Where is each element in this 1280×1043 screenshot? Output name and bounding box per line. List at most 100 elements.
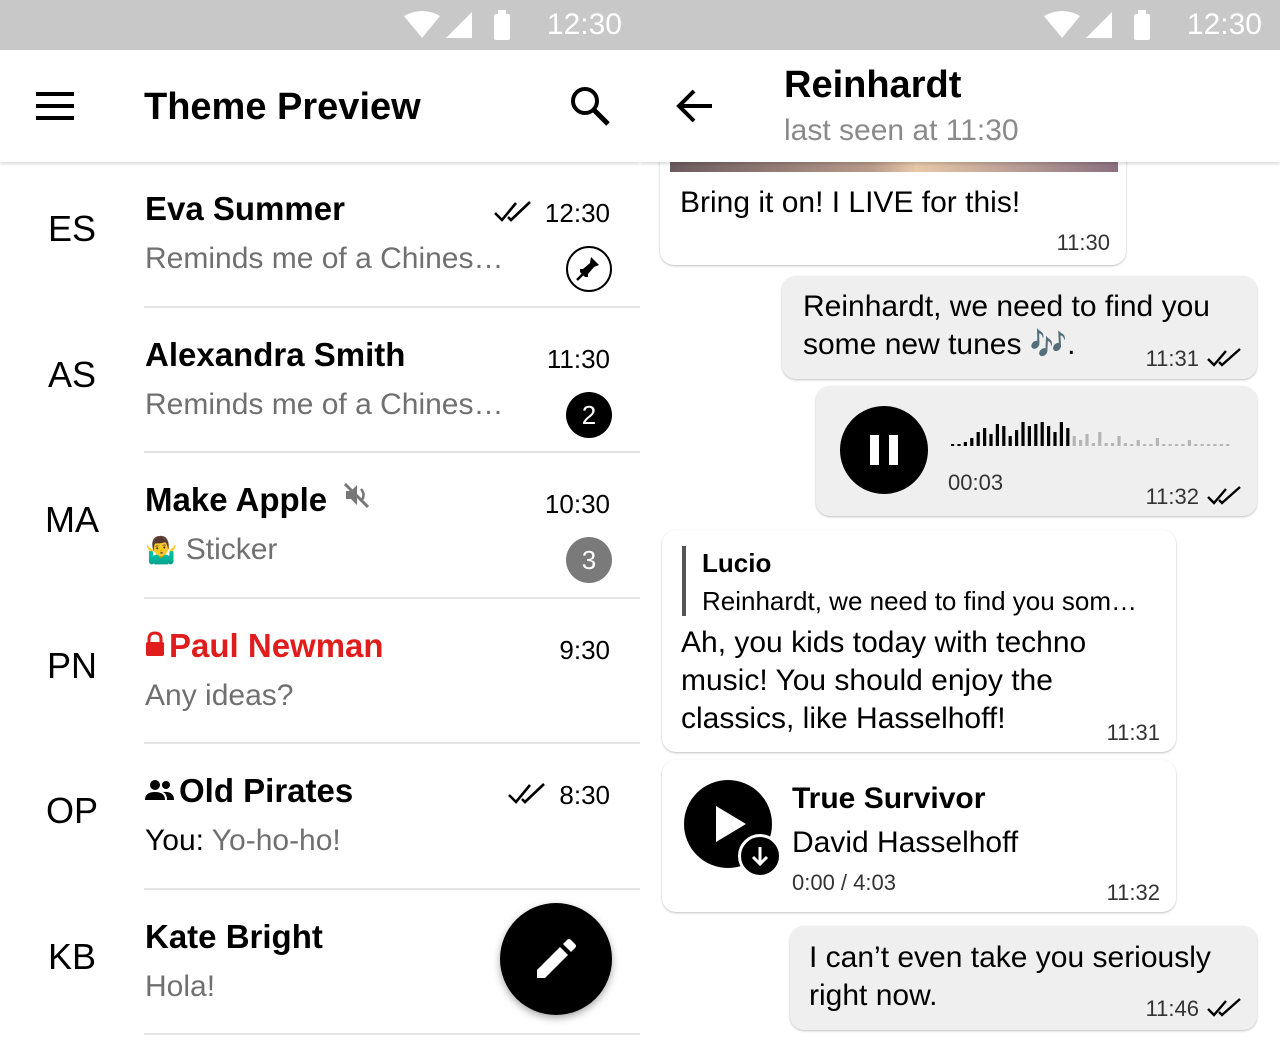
divider (144, 1033, 640, 1035)
double-check-icon (1207, 348, 1241, 367)
reply-author: Lucio (702, 548, 772, 578)
compose-button[interactable] (500, 903, 612, 1015)
waveform-bar (1123, 443, 1127, 446)
message-text: Bring it on! I LIVE for this! (680, 186, 1021, 219)
waveform-bar (983, 428, 987, 446)
unread-badge: 2 (566, 391, 612, 438)
waveform-bar (1027, 426, 1031, 446)
chat-row-make-apple[interactable]: MA Make Apple 10:30 🤷‍♂️ Sticker 3 (0, 453, 640, 599)
waveform-bar (1111, 443, 1115, 446)
pause-button[interactable] (840, 406, 928, 494)
waveform-bar (976, 432, 980, 446)
chat-name-text: Old Pirates (179, 772, 354, 809)
waveform-bar (1091, 443, 1095, 446)
waveform-bar (1002, 426, 1006, 446)
message-line: Reinhardt, we need to find you (803, 290, 1210, 323)
status-time: 12:30 (546, 8, 622, 41)
waveform-bar (989, 434, 993, 446)
signal-battery-icons (404, 10, 510, 40)
waveform-bar (1085, 434, 1089, 446)
waveform-bar (1136, 440, 1140, 446)
waveform-bar (1187, 440, 1191, 446)
message-line: music! You should enjoy the (681, 664, 1053, 697)
chat-time: 11:30 (546, 343, 610, 374)
avatar: OP (45, 790, 98, 831)
status-bar: 12:30 (0, 0, 640, 50)
menu-icon[interactable] (36, 92, 76, 120)
waveform-bar (1194, 444, 1198, 446)
conversation-pane: 12:30 Reinhardt last seen at 11:30 Bring… (640, 0, 1280, 1043)
pause-icon (870, 435, 898, 465)
message-line: right now. (809, 979, 938, 1012)
message-outgoing[interactable]: Reinhardt, we need to find you some new … (782, 276, 1257, 379)
double-check-icon (494, 201, 531, 222)
chat-row-paul-newman[interactable]: PN Paul Newman 9:30 Any ideas? (0, 599, 640, 744)
chat-time: 12:30 (544, 198, 610, 228)
chat-name: Alexandra Smith (145, 335, 406, 373)
chat-preview-text: Sticker (185, 533, 278, 566)
status-time: 12:30 (1186, 8, 1262, 41)
waveform-bar (970, 438, 974, 446)
avatar: KB (47, 935, 97, 977)
avatar: AS (47, 353, 97, 395)
chat-preview: You: Yo-ho-ho! (145, 824, 341, 858)
waveform-bar (1130, 444, 1134, 446)
status-bar: 12:30 (640, 0, 1280, 50)
waveform-bar (1040, 422, 1044, 446)
waveform-bar (1079, 440, 1083, 446)
waveform (951, 422, 1230, 446)
message-outgoing[interactable]: I can’t even take you seriously right no… (790, 926, 1257, 1030)
waveform-bar (1226, 444, 1230, 446)
chat-name: Paul Newman (145, 627, 384, 665)
message-time: 11:46 (1145, 996, 1199, 1021)
waveform-bar (1047, 426, 1051, 446)
chat-preview: Reminds me of a Chines… (145, 242, 504, 275)
chat-name: Old Pirates (145, 772, 353, 810)
message-incoming[interactable]: Bring it on! I LIVE for this! 11:30 (660, 150, 1126, 265)
waveform-bar (1104, 443, 1108, 446)
waveform-bar (1219, 444, 1223, 446)
waveform-bar (1162, 444, 1166, 446)
waveform-bar (1098, 432, 1102, 446)
message-line: I can’t even take you seriously (809, 941, 1211, 974)
message-line: classics, like Hasselhoff! (681, 702, 1006, 735)
chat-row-alexandra-smith[interactable]: AS Alexandra Smith 11:30 Reminds me of a… (0, 308, 640, 453)
message-time: 11:31 (1106, 720, 1160, 745)
back-arrow-icon[interactable] (676, 88, 714, 124)
music-message[interactable]: True Survivor David Hasselhoff 0:00 / 4:… (662, 760, 1176, 912)
lock-icon (146, 630, 164, 656)
waveform-bar (1034, 424, 1038, 446)
chat-preview: Any ideas? (145, 678, 294, 712)
search-icon[interactable] (568, 84, 612, 128)
chat-time: 8:30 (559, 780, 610, 810)
waveform-bar (1181, 444, 1185, 446)
chat-row-eva-summer[interactable]: ES Eva Summer 12:30 Reminds me of a Chin… (0, 162, 640, 308)
preview-prefix: You: (145, 824, 204, 857)
chat-time: 9:30 (559, 634, 610, 665)
unread-badge: 3 (566, 537, 612, 583)
chat-name: Make Apple (145, 481, 372, 519)
chat-row-old-pirates[interactable]: OP Old Pirates 8:30 You: Yo-ho-ho! (0, 744, 640, 890)
group-icon (145, 780, 174, 800)
message-incoming-reply[interactable]: Lucio Reinhardt, we need to find you som… (662, 530, 1176, 752)
waveform-bar (1117, 436, 1121, 446)
chat-preview: Hola! (145, 969, 216, 1003)
contact-name[interactable]: Reinhardt (784, 64, 961, 107)
double-check-icon (508, 783, 545, 804)
chat-preview: 🤷‍♂️ Sticker (145, 533, 277, 567)
sticker-emoji: 🤷‍♂️ (145, 535, 178, 565)
message-time: 11:31 (1145, 346, 1199, 371)
waveform-bar (1021, 422, 1025, 446)
track-title: True Survivor (792, 782, 986, 815)
message-time: 11:32 (1145, 484, 1199, 509)
download-button[interactable] (738, 834, 782, 878)
app-title: Theme Preview (144, 86, 421, 128)
pencil-icon (537, 939, 576, 978)
waveform-bar (1053, 432, 1057, 446)
voice-message[interactable]: 00:03 11:32 (816, 386, 1257, 516)
image-preview (670, 162, 1118, 172)
track-artist: David Hasselhoff (792, 826, 1019, 859)
double-check-icon (1207, 486, 1241, 505)
chat-list-pane: 12:30 Theme Preview ES Eva Summer 12:30 … (0, 0, 640, 1043)
chat-preview: Reminds me of a Chines… (145, 387, 504, 421)
